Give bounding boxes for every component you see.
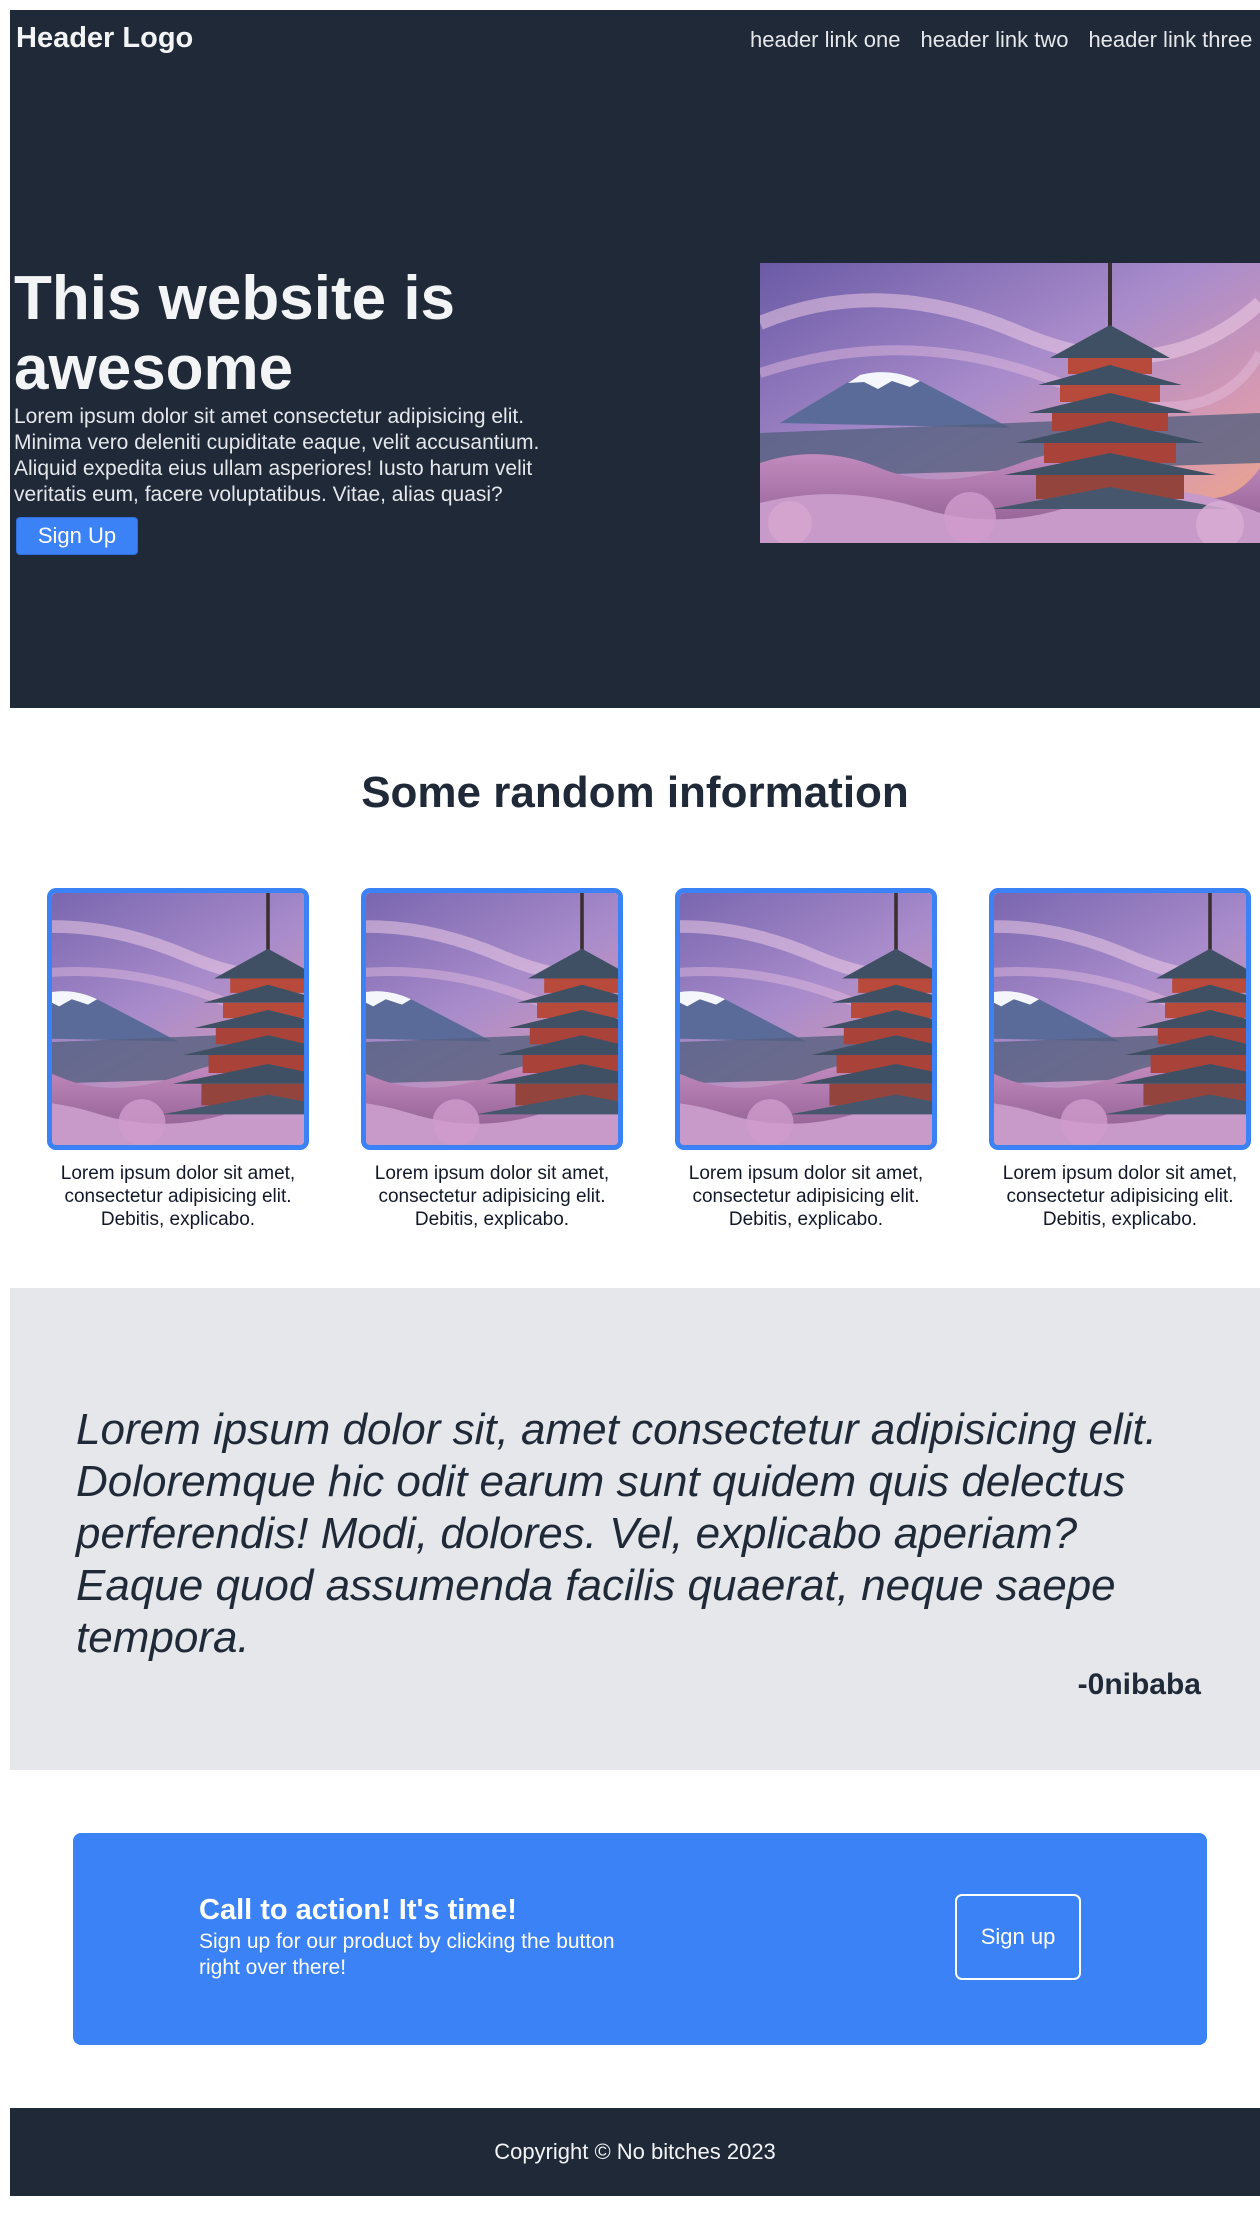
cta-title: Call to action! It's time! <box>199 1894 517 1926</box>
cta-signup-button[interactable]: Sign up <box>955 1894 1081 1980</box>
nav-link-two[interactable]: header link two <box>920 27 1068 53</box>
hero-image <box>760 263 1260 543</box>
cta-banner: Call to action! It's time! Sign up for o… <box>73 1833 1207 2045</box>
header-logo[interactable]: Header Logo <box>16 22 193 55</box>
card-text: Lorem ipsum dolor sit amet, consectetur … <box>374 1163 610 1230</box>
info-card: Lorem ipsum dolor sit amet, consectetur … <box>47 888 309 1231</box>
hero-text: This website is awesome Lorem ipsum dolo… <box>14 264 574 555</box>
header-hero: Header Logo header link one header link … <box>10 10 1260 708</box>
card-text: Lorem ipsum dolor sit amet, consectetur … <box>60 1163 296 1230</box>
quote-section: Lorem ipsum dolor sit, amet consectetur … <box>10 1288 1260 1770</box>
nav-link-three[interactable]: header link three <box>1088 27 1252 53</box>
info-card: Lorem ipsum dolor sit amet, consectetur … <box>989 888 1251 1231</box>
hero-description: Lorem ipsum dolor sit amet consectetur a… <box>14 405 540 506</box>
card-image <box>989 888 1251 1150</box>
card-image <box>47 888 309 1150</box>
pagoda-mountain-photo <box>52 893 304 1145</box>
card-image <box>675 888 937 1150</box>
info-section-title: Some random information <box>361 768 909 817</box>
card-text: Lorem ipsum dolor sit amet, consectetur … <box>688 1163 924 1230</box>
nav-link-one[interactable]: header link one <box>750 27 900 53</box>
info-card: Lorem ipsum dolor sit amet, consectetur … <box>361 888 623 1231</box>
card-text: Lorem ipsum dolor sit amet, consectetur … <box>1002 1163 1238 1230</box>
footer: Copyright © No bitches 2023 <box>10 2108 1260 2196</box>
pagoda-mountain-photo <box>366 893 618 1145</box>
pagoda-mountain-photo <box>994 893 1246 1145</box>
hero-title: This website is awesome <box>14 264 456 403</box>
pagoda-mountain-photo <box>760 263 1260 543</box>
header-nav: header link one header link two header l… <box>750 27 1252 53</box>
hero-signup-button[interactable]: Sign Up <box>16 517 138 555</box>
page: Header Logo header link one header link … <box>10 10 1260 2210</box>
quote-author: -0nibaba <box>1077 1668 1201 1701</box>
card-image <box>361 888 623 1150</box>
pagoda-mountain-photo <box>680 893 932 1145</box>
quote-text: Lorem ipsum dolor sit, amet consectetur … <box>76 1405 1157 1662</box>
info-card: Lorem ipsum dolor sit amet, consectetur … <box>675 888 937 1231</box>
cta-description: Sign up for our product by clicking the … <box>199 1930 615 1979</box>
footer-copyright: Copyright © No bitches 2023 <box>494 2139 776 2164</box>
